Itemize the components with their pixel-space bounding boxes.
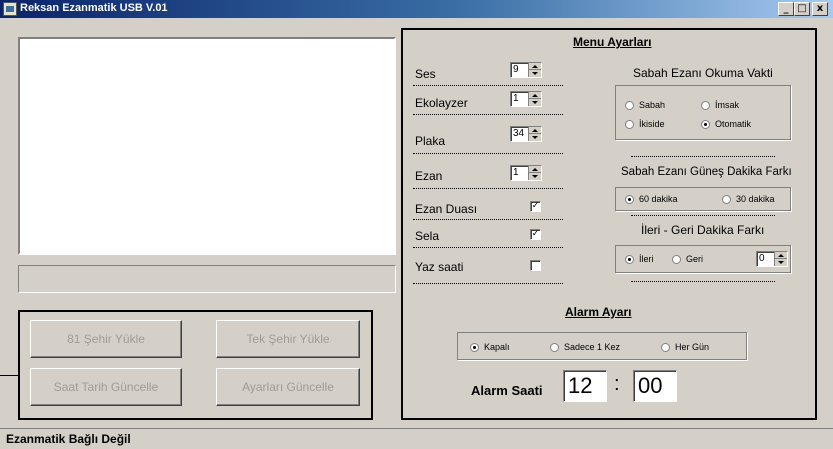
radio-label: 60 dakika xyxy=(639,194,678,204)
app-icon xyxy=(3,2,17,16)
alarm-time-label: Alarm Saati xyxy=(471,383,543,398)
ekolayzer-spinner[interactable]: 1 xyxy=(510,91,542,107)
radio-circle xyxy=(625,100,634,110)
radio-circle xyxy=(550,342,559,352)
radio-circle xyxy=(701,100,710,110)
yaz-saati-label: Yaz saati xyxy=(415,260,464,274)
sabah-ezani-group: Sabah İmsak İkiside Otomatik xyxy=(615,85,791,140)
radio-label: İkiside xyxy=(639,119,665,129)
maximize-button[interactable]: □ xyxy=(794,2,810,16)
radio-60-dakika[interactable]: 60 dakika xyxy=(625,194,678,204)
radio-circle xyxy=(625,254,634,264)
spinner-arrows[interactable] xyxy=(528,63,541,77)
menu-settings-frame: Menu Ayarları Ses 9 Ekolayzer 1 Plaka 34… xyxy=(401,28,817,420)
radio-circle xyxy=(625,194,634,204)
update-settings-button[interactable]: Ayarları Güncelle xyxy=(216,368,360,406)
radio-30-dakika[interactable]: 30 dakika xyxy=(722,194,775,204)
ses-value: 9 xyxy=(513,64,519,75)
divider xyxy=(631,156,775,157)
progress-bar xyxy=(18,265,396,293)
pointer-line xyxy=(0,375,18,376)
app-window: Reksan Ezanmatik USB V.01 _ □ x 81 Şehir… xyxy=(0,0,833,449)
radio-label: Geri xyxy=(686,254,704,264)
radio-label: Kapalı xyxy=(484,342,510,352)
status-text: Ezanmatik Bağlı Değil xyxy=(6,432,131,446)
radio-circle xyxy=(672,254,681,264)
divider xyxy=(413,153,563,154)
ezan-duasi-checkbox[interactable]: ✓ xyxy=(530,201,541,212)
radio-label: Sabah xyxy=(639,100,666,110)
divider xyxy=(413,247,563,248)
alarm-title: Alarm Ayarı xyxy=(565,305,632,319)
divider xyxy=(631,281,775,282)
radio-label: Sadece 1 Kez xyxy=(564,342,621,352)
spinner-arrows[interactable] xyxy=(528,166,541,180)
radio-circle xyxy=(722,194,731,204)
divider xyxy=(413,114,563,115)
sabah-ezani-title: Sabah Ezanı Okuma Vakti xyxy=(633,66,773,80)
ses-label: Ses xyxy=(415,67,436,81)
minimize-button[interactable]: _ xyxy=(778,2,794,16)
radio-ikiside[interactable]: İkiside xyxy=(625,119,665,129)
load-single-city-button[interactable]: Tek Şehir Yükle xyxy=(216,320,360,358)
radio-circle xyxy=(470,342,479,352)
radio-sabah[interactable]: Sabah xyxy=(625,100,665,110)
status-divider xyxy=(0,428,833,429)
radio-kapali[interactable]: Kapalı xyxy=(470,342,510,352)
radio-circle xyxy=(661,342,670,352)
spinner-arrows[interactable] xyxy=(774,252,787,266)
radio-label: Otomatik xyxy=(715,119,752,129)
ileri-geri-title: İleri - Geri Dakika Farkı xyxy=(641,223,765,237)
divider xyxy=(631,215,775,216)
load-81-cities-button[interactable]: 81 Şehir Yükle xyxy=(30,320,182,358)
ses-spinner[interactable]: 9 xyxy=(510,62,542,78)
alarm-minute-input[interactable]: 00 xyxy=(633,370,677,402)
radio-ileri[interactable]: İleri xyxy=(625,254,654,264)
radio-label: İleri xyxy=(639,254,654,264)
radio-her-gun[interactable]: Her Gün xyxy=(661,342,709,352)
button-frame: 81 Şehir Yükle Tek Şehir Yükle Saat Tari… xyxy=(18,310,373,420)
yaz-saati-checkbox[interactable] xyxy=(530,260,541,271)
ileri-geri-spinner[interactable]: 0 xyxy=(756,251,788,267)
spinner-arrows[interactable] xyxy=(528,92,541,106)
plaka-value: 34 xyxy=(513,128,525,139)
close-button[interactable]: x xyxy=(812,2,828,16)
plaka-spinner[interactable]: 34 xyxy=(510,126,542,142)
alarm-mode-group: Kapalı Sadece 1 Kez Her Gün xyxy=(457,332,747,360)
radio-label: 30 dakika xyxy=(736,194,775,204)
alarm-time-separator: : xyxy=(614,373,620,395)
title-bar: Reksan Ezanmatik USB V.01 _ □ x xyxy=(0,0,833,18)
plaka-label: Plaka xyxy=(415,134,446,148)
ekolayzer-label: Ekolayzer xyxy=(415,96,468,110)
ezan-spinner[interactable]: 1 xyxy=(510,165,542,181)
ekolayzer-value: 1 xyxy=(513,93,519,104)
radio-label: Her Gün xyxy=(675,342,710,352)
radio-label: İmsak xyxy=(715,100,740,110)
radio-circle xyxy=(701,119,710,129)
divider xyxy=(413,219,563,220)
radio-circle xyxy=(625,119,634,129)
gunes-farki-group: 60 dakika 30 dakika xyxy=(615,187,791,211)
sela-checkbox[interactable]: ✓ xyxy=(530,229,541,240)
menu-settings-title: Menu Ayarları xyxy=(573,35,652,49)
ileri-geri-value: 0 xyxy=(759,253,765,264)
radio-sadece-1-kez[interactable]: Sadece 1 Kez xyxy=(550,342,620,352)
radio-otomatik[interactable]: Otomatik xyxy=(701,119,751,129)
window-title: Reksan Ezanmatik USB V.01 xyxy=(20,2,168,14)
spinner-arrows[interactable] xyxy=(528,127,541,141)
ezan-value: 1 xyxy=(513,167,519,178)
gunes-farki-title: Sabah Ezanı Güneş Dakika Farkı xyxy=(621,166,792,178)
alarm-hour-input[interactable]: 12 xyxy=(563,370,607,402)
divider xyxy=(413,283,563,284)
ileri-geri-group: İleri Geri 0 xyxy=(615,245,791,273)
city-list-box[interactable] xyxy=(18,37,396,255)
radio-imsak[interactable]: İmsak xyxy=(701,100,739,110)
ezan-label: Ezan xyxy=(415,169,443,183)
radio-geri[interactable]: Geri xyxy=(672,254,703,264)
ezan-duasi-label: Ezan Duası xyxy=(415,202,478,216)
divider xyxy=(413,85,563,86)
update-datetime-button[interactable]: Saat Tarih Güncelle xyxy=(30,368,182,406)
divider xyxy=(413,188,563,189)
sela-label: Sela xyxy=(415,229,440,243)
